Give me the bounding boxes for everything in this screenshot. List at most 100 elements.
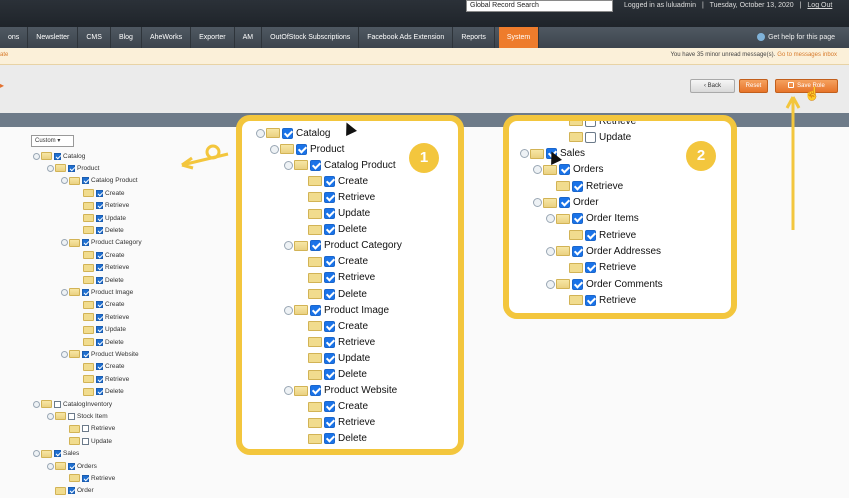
resource-checkbox[interactable] [559,164,570,176]
collapse-toggle-icon[interactable] [61,288,68,296]
tree-node[interactable]: Catalog [256,125,330,141]
tree-node[interactable]: Update [298,350,370,366]
tree-node[interactable]: Catalog [33,150,85,162]
resource-checkbox[interactable] [82,350,89,358]
resource-checkbox[interactable] [572,245,583,257]
resource-checkbox[interactable] [324,208,335,219]
resource-checkbox[interactable] [96,276,103,284]
tree-node[interactable]: Retrieve [298,334,375,350]
collapse-toggle-icon[interactable] [47,412,54,420]
global-search-input[interactable]: Global Record Search [466,0,613,12]
tree-node[interactable]: Sales [33,448,79,460]
resource-checkbox[interactable] [54,400,61,408]
collapse-toggle-icon[interactable] [270,144,279,154]
resource-checkbox[interactable] [585,294,596,306]
back-button[interactable]: ‹ Back [690,79,735,93]
resource-checkbox[interactable] [324,336,335,348]
resource-checkbox[interactable] [96,214,103,222]
resource-checkbox[interactable] [96,251,103,259]
tree-node[interactable]: Create [298,399,368,415]
tree-node[interactable]: CatalogInventory [33,398,112,410]
collapse-toggle-icon[interactable] [546,214,555,224]
nav-item-am[interactable]: AM [235,27,263,48]
nav-item-ons[interactable]: ons [0,27,29,48]
resource-checkbox[interactable] [68,412,75,420]
resource-checkbox[interactable] [96,313,103,321]
resource-checkbox[interactable] [324,433,335,445]
collapse-toggle-icon[interactable] [284,305,293,315]
tree-node[interactable]: Retrieve [75,373,129,385]
resource-checkbox[interactable] [96,375,103,383]
resource-checkbox[interactable] [585,121,596,127]
tree-node[interactable]: Delete [75,224,124,236]
resource-checkbox[interactable] [96,388,103,396]
collapse-toggle-icon[interactable] [33,450,40,458]
nav-item-system[interactable]: System [498,27,540,48]
tree-node[interactable]: Orders [533,162,604,178]
tree-node[interactable]: Product Category [284,238,402,254]
resource-checkbox[interactable] [82,437,89,445]
tree-node[interactable]: Create [298,318,368,334]
resource-checkbox[interactable] [82,288,89,296]
resource-checkbox[interactable] [68,462,75,470]
tree-node[interactable]: Retrieve [61,423,115,435]
logout-link[interactable]: Log Out [807,2,832,9]
collapse-toggle-icon[interactable] [284,241,293,251]
tree-node[interactable]: Delete [75,386,124,398]
resource-checkbox[interactable] [572,278,583,290]
tree-node[interactable]: Retrieve [546,178,623,194]
resource-checkbox[interactable] [324,320,335,332]
resource-checkbox[interactable] [96,338,103,346]
tree-node[interactable]: Retrieve [559,292,636,308]
tree-node[interactable]: Retrieve [559,121,636,129]
nav-item-facebook-ads-extension[interactable]: Facebook Ads Extension [359,27,454,48]
resource-checkbox[interactable] [324,272,335,284]
collapse-toggle-icon[interactable] [256,128,265,138]
resource-checkbox[interactable] [96,326,103,334]
tree-node[interactable]: Retrieve [61,472,115,484]
collapse-toggle-icon[interactable] [533,165,542,175]
resource-checkbox[interactable] [324,369,335,380]
collapse-toggle-icon[interactable] [520,149,529,159]
tree-node[interactable]: Create [298,173,368,189]
tree-node[interactable]: Product Image [61,286,133,298]
tree-node[interactable]: Retrieve [298,415,375,431]
resource-checkbox[interactable] [96,202,103,210]
tree-node[interactable]: Order [47,485,94,497]
collapse-toggle-icon[interactable] [284,160,293,170]
resource-checkbox[interactable] [310,240,321,252]
tree-node[interactable]: Create [75,249,125,261]
tree-node[interactable]: Order Items [546,211,639,227]
tree-node[interactable]: Product Category [61,237,142,249]
collapse-toggle-icon[interactable] [61,177,68,185]
resource-checkbox[interactable] [296,143,307,155]
tree-node[interactable]: Order [533,195,599,211]
tree-node[interactable]: Update [61,435,112,447]
tree-node[interactable]: Product Website [61,348,139,360]
tree-node[interactable]: Delete [298,286,367,302]
resource-checkbox[interactable] [82,425,89,433]
collapse-toggle-icon[interactable] [61,239,68,247]
resource-checkbox[interactable] [324,191,335,203]
tree-node[interactable]: Create [75,361,125,373]
resource-checkbox[interactable] [324,256,335,268]
tree-node[interactable]: Delete [298,431,367,447]
collapse-toggle-icon[interactable] [33,400,40,408]
resource-checkbox[interactable] [572,213,583,225]
tree-node[interactable]: Retrieve [298,189,375,205]
tree-node[interactable]: Orders [47,460,97,472]
resource-checkbox[interactable] [324,417,335,429]
collapse-toggle-icon[interactable] [33,152,40,160]
resource-checkbox[interactable] [54,152,61,160]
collapse-toggle-icon[interactable] [61,350,68,358]
tree-node[interactable]: Catalog Product [284,157,396,173]
tree-node[interactable]: Create [75,299,125,311]
resource-checkbox[interactable] [585,262,596,274]
tree-node[interactable]: Create [298,254,368,270]
nav-item-blog[interactable]: Blog [111,27,142,48]
resource-checkbox[interactable] [324,288,335,300]
tree-node[interactable]: Catalog Product [61,175,138,187]
tree-node[interactable]: Product [47,162,99,174]
resource-checkbox[interactable] [585,229,596,241]
tree-node[interactable]: Order Comments [546,276,663,292]
